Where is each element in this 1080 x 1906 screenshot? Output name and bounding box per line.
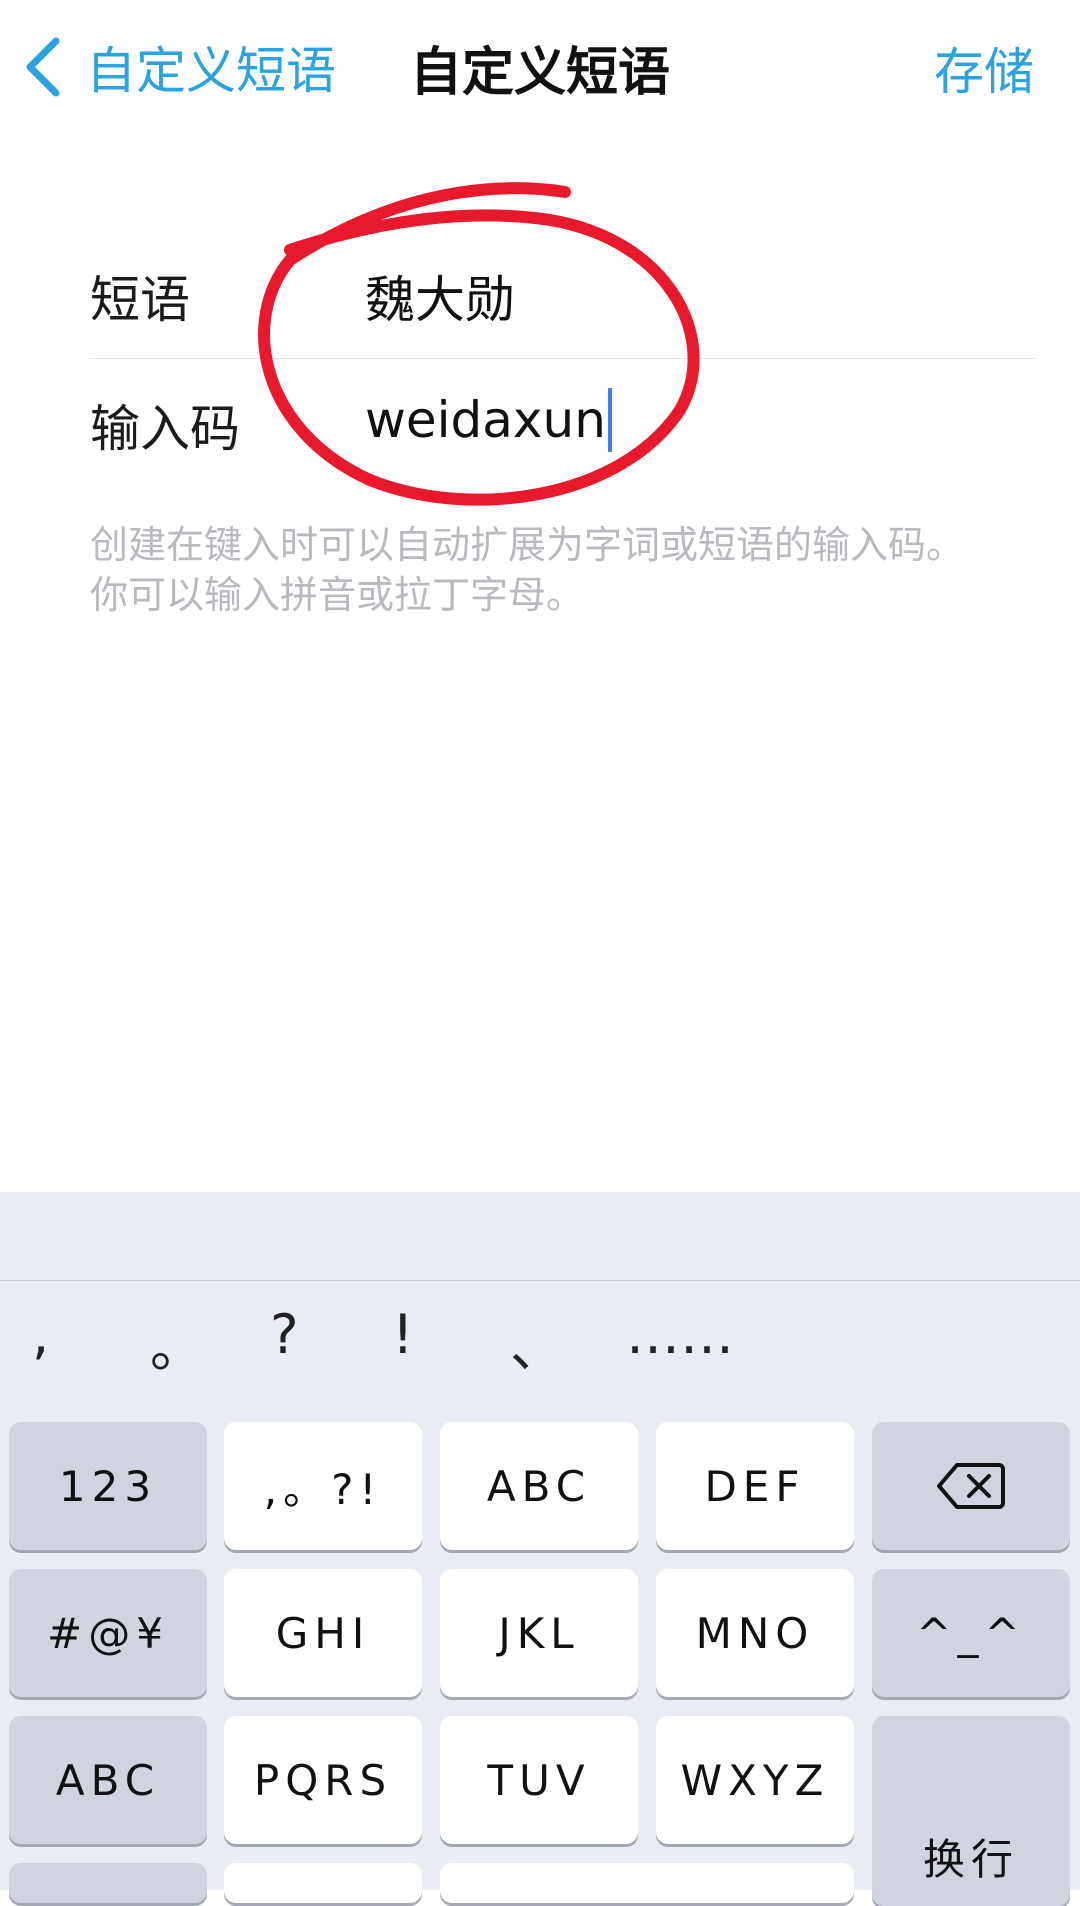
key-abc-switch[interactable]: ABC	[9, 1716, 207, 1844]
key-wxyz[interactable]: WXYZ	[656, 1716, 854, 1844]
backspace-icon	[937, 1463, 1005, 1509]
return-key[interactable]: 换行	[872, 1716, 1070, 1906]
phrase-row[interactable]: 短语 魏大勋	[90, 230, 1036, 359]
save-button[interactable]: 存储	[934, 32, 1034, 104]
shortcut-value: weidaxun	[365, 391, 606, 449]
key-mno[interactable]: MNO	[656, 1569, 854, 1697]
key-def[interactable]: DEF	[656, 1422, 854, 1550]
punct-question[interactable]: ?	[270, 1303, 299, 1366]
help-text: 创建在键入时可以自动扩展为字词或短语的输入码。你可以输入拼音或拉丁字母。	[90, 523, 965, 617]
navigation-bar: 自定义短语 自定义短语 存储	[0, 0, 1080, 130]
text-caret	[607, 388, 612, 452]
key-ghi[interactable]: GHI	[224, 1569, 422, 1697]
shortcut-row[interactable]: 输入码 weidaxun	[90, 359, 1036, 487]
key-pqrs[interactable]: PQRS	[224, 1716, 422, 1844]
phrase-form: 短语 魏大勋 输入码 weidaxun	[90, 230, 1036, 487]
key-row4-left[interactable]	[9, 1863, 207, 1903]
key-punct[interactable]: ,。?!	[224, 1422, 422, 1550]
key-abc[interactable]: ABC	[440, 1422, 638, 1550]
punct-ellipsis[interactable]: ……	[626, 1303, 734, 1366]
punctuation-row: , 。 ? ! 、 ……	[0, 1281, 1080, 1393]
key-space[interactable]	[440, 1863, 854, 1903]
punct-comma[interactable]: ,	[32, 1303, 49, 1366]
key-123[interactable]: 123	[9, 1422, 207, 1550]
punct-exclaim[interactable]: !	[392, 1303, 414, 1366]
key-jkl[interactable]: JKL	[440, 1569, 638, 1697]
key-tuv[interactable]: TUV	[440, 1716, 638, 1844]
key-emoticon[interactable]: ^_^	[872, 1569, 1070, 1697]
phrase-field[interactable]: 魏大勋	[365, 260, 515, 332]
keyboard: , 。 ? ! 、 …… 123 ,。?! ABC DEF #@¥ GHI JK…	[0, 1192, 1080, 1906]
candidate-bar	[0, 1192, 1080, 1281]
punct-period[interactable]: 。	[150, 1303, 204, 1382]
delete-button[interactable]	[872, 1422, 1070, 1550]
shortcut-field[interactable]: weidaxun	[365, 385, 612, 455]
punct-dunhao[interactable]: 、	[510, 1303, 564, 1382]
key-row4-b[interactable]	[224, 1863, 422, 1903]
phrase-label: 短语	[90, 271, 190, 329]
page-title: 自定义短语	[409, 43, 670, 103]
key-symbols[interactable]: #@¥	[9, 1569, 207, 1697]
shortcut-label: 输入码	[90, 400, 240, 458]
